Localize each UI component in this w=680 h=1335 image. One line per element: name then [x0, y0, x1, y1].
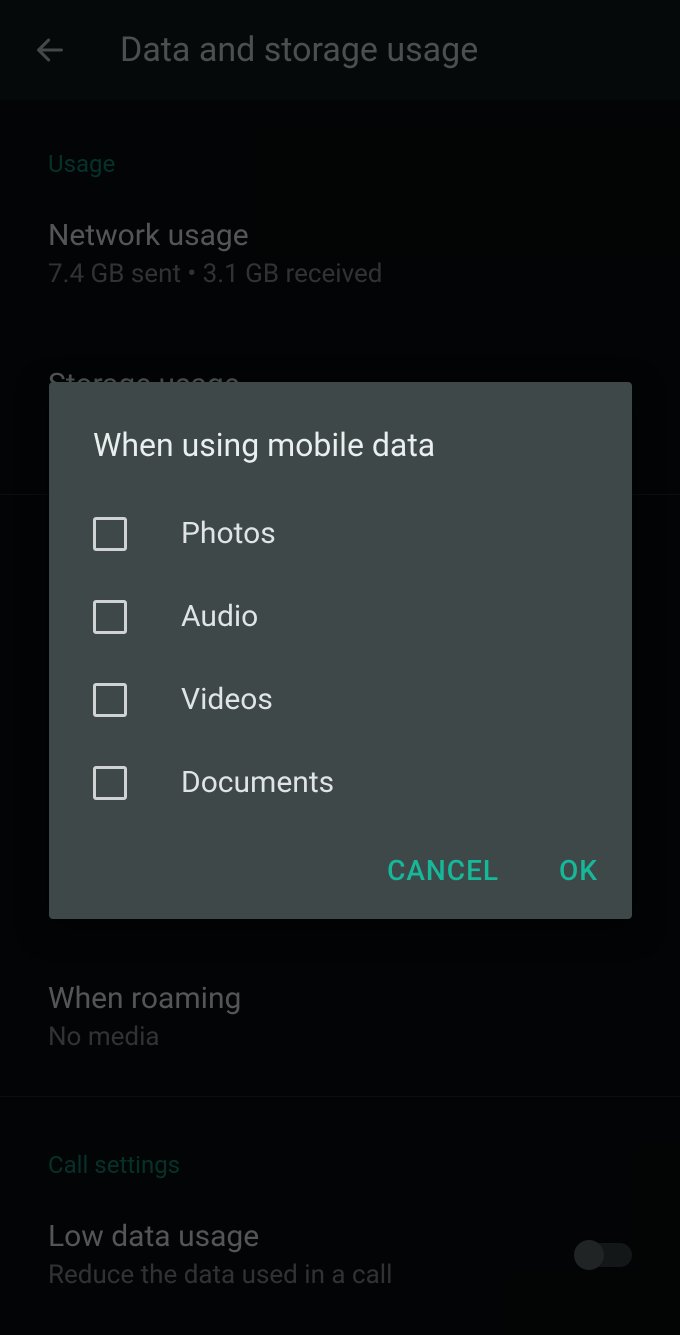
option-label: Videos [181, 682, 273, 717]
option-label: Documents [181, 765, 334, 800]
checkbox-icon[interactable] [93, 517, 127, 551]
ok-button[interactable]: OK [559, 854, 598, 887]
option-label: Audio [181, 599, 258, 634]
option-videos[interactable]: Videos [49, 658, 632, 741]
checkbox-icon[interactable] [93, 766, 127, 800]
option-audio[interactable]: Audio [49, 575, 632, 658]
option-photos[interactable]: Photos [49, 492, 632, 575]
option-label: Photos [181, 516, 276, 551]
checkbox-icon[interactable] [93, 683, 127, 717]
dialog-mobile-data: When using mobile data Photos Audio Vide… [49, 382, 632, 919]
cancel-button[interactable]: CANCEL [387, 854, 499, 887]
dialog-actions: CANCEL OK [49, 824, 632, 901]
checkbox-icon[interactable] [93, 600, 127, 634]
dialog-title: When using mobile data [49, 382, 632, 492]
option-documents[interactable]: Documents [49, 741, 632, 824]
